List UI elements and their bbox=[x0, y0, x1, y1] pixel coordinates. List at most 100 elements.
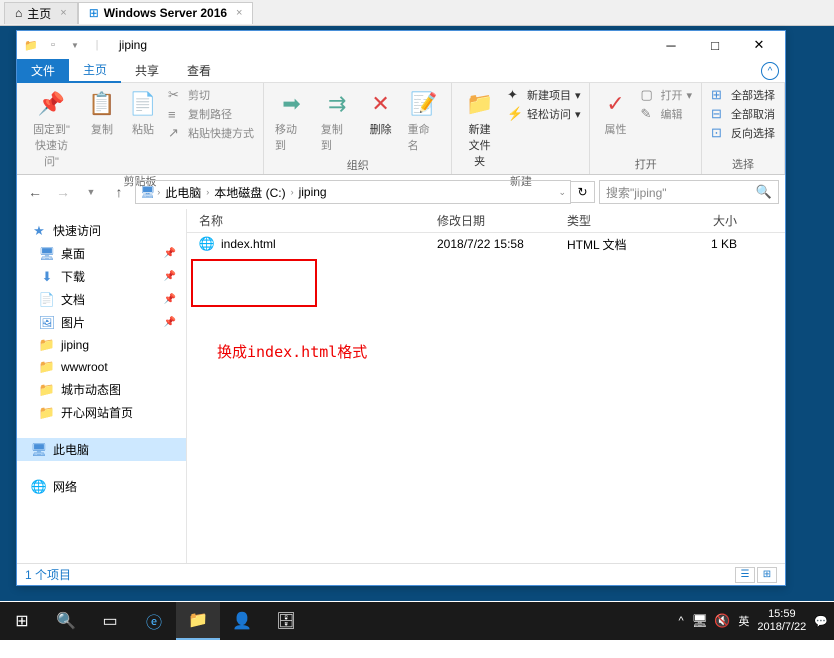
back-button[interactable]: ← bbox=[23, 180, 47, 204]
titlebar: 📁 ▫ ▼ | jiping ─ □ ✕ bbox=[17, 31, 785, 59]
sidebar-desktop[interactable]: 🖥 桌面 📌 bbox=[17, 242, 186, 265]
ribbon-tabs: 文件 主页 共享 查看 ^ bbox=[17, 59, 785, 83]
explorer-button[interactable]: 📁 bbox=[176, 602, 220, 640]
chevron-icon: › bbox=[157, 187, 160, 197]
tray-icon[interactable]: 🖥 bbox=[692, 613, 709, 629]
sidebar-this-pc[interactable]: 🖥 此电脑 bbox=[17, 438, 186, 461]
ie-button[interactable]: ⓔ bbox=[132, 602, 176, 640]
search-input[interactable]: 搜索"jiping" 🔍 bbox=[599, 180, 779, 204]
cut-icon: ✂ bbox=[168, 87, 184, 103]
breadcrumb-drive[interactable]: 本地磁盘 (C:) bbox=[211, 184, 288, 201]
easy-access-button[interactable]: ⚡轻松访问 ▾ bbox=[504, 105, 584, 123]
ribbon-tab-view[interactable]: 查看 bbox=[173, 59, 225, 83]
pin-to-quick-access-button[interactable]: 📌 固定到"快速访问" bbox=[23, 86, 80, 171]
breadcrumb-pc[interactable]: 此电脑 bbox=[162, 184, 204, 201]
col-type[interactable]: 类型 bbox=[567, 212, 677, 229]
select-all-button[interactable]: ⊞全部选择 bbox=[708, 86, 778, 104]
paste-icon: 📄 bbox=[129, 88, 156, 120]
sidebar-quick-access[interactable]: ★ 快速访问 bbox=[17, 219, 186, 242]
rename-button[interactable]: 📝 重命名 bbox=[403, 86, 446, 155]
selectnone-icon: ⊟ bbox=[711, 106, 727, 122]
ribbon-tab-share[interactable]: 共享 bbox=[121, 59, 173, 83]
maximize-button[interactable]: □ bbox=[693, 31, 737, 59]
up-button[interactable]: ↑ bbox=[107, 180, 131, 204]
sidebar-pictures[interactable]: 🖼 图片 📌 bbox=[17, 311, 186, 334]
sidebar-jiping[interactable]: 📁 jiping bbox=[17, 334, 186, 356]
col-date[interactable]: 修改日期 bbox=[437, 212, 567, 229]
refresh-button[interactable]: ↻ bbox=[571, 181, 595, 203]
breadcrumb-folder[interactable]: jiping bbox=[296, 185, 330, 199]
browser-tab-home[interactable]: ⌂ 主页 × bbox=[4, 2, 78, 24]
cut-button[interactable]: ✂剪切 bbox=[165, 86, 257, 104]
invert-selection-button[interactable]: ⊡反向选择 bbox=[708, 124, 778, 142]
sidebar-documents[interactable]: 📄 文档 📌 bbox=[17, 288, 186, 311]
volume-icon[interactable]: 🔇 bbox=[714, 613, 730, 629]
qat-icon[interactable]: ▫ bbox=[43, 35, 63, 55]
edit-button[interactable]: ✎编辑 bbox=[637, 105, 695, 123]
recent-button[interactable]: ▼ bbox=[79, 180, 103, 204]
app-button[interactable]: 👤 bbox=[220, 602, 264, 640]
forward-button[interactable]: → bbox=[51, 180, 75, 204]
tray-expand-icon[interactable]: ^ bbox=[678, 615, 683, 627]
sidebar-network[interactable]: 🌐 网络 bbox=[17, 475, 186, 498]
label: 复制 bbox=[91, 121, 113, 137]
copy-to-button[interactable]: ⇉ 复制到 bbox=[316, 86, 359, 155]
sidebar-downloads[interactable]: ⬇ 下载 📌 bbox=[17, 265, 186, 288]
details-view-button[interactable]: ☰ bbox=[735, 567, 755, 583]
sidebar-wwwroot[interactable]: 📁 wwwroot bbox=[17, 356, 186, 378]
folder-icon: 📁 bbox=[39, 405, 55, 421]
sidebar-happy[interactable]: 📁 开心网站首页 bbox=[17, 401, 186, 424]
new-folder-button[interactable]: 📁 新建文件夹 bbox=[458, 86, 501, 171]
windows-icon: ⊞ bbox=[89, 6, 99, 20]
properties-icon: ✓ bbox=[606, 88, 624, 120]
close-button[interactable]: ✕ bbox=[737, 31, 781, 59]
close-icon[interactable]: × bbox=[60, 7, 66, 19]
file-date: 2018/7/22 15:58 bbox=[437, 237, 567, 251]
paste-button[interactable]: 📄 粘贴 bbox=[124, 86, 162, 139]
tab-label: 主页 bbox=[27, 5, 51, 22]
download-icon: ⬇ bbox=[39, 269, 55, 285]
ribbon-tab-home[interactable]: 主页 bbox=[69, 59, 121, 83]
icons-view-button[interactable]: ⊞ bbox=[757, 567, 777, 583]
ime-indicator[interactable]: 英 bbox=[738, 613, 749, 629]
pictures-icon: 🖼 bbox=[39, 315, 55, 331]
task-view-button[interactable]: ▭ bbox=[88, 602, 132, 640]
minimize-button[interactable]: ─ bbox=[649, 31, 693, 59]
move-to-button[interactable]: ➡ 移动到 bbox=[270, 86, 313, 155]
close-icon[interactable]: × bbox=[236, 7, 242, 19]
paste-shortcut-button[interactable]: ↗粘贴快捷方式 bbox=[165, 124, 257, 142]
ribbon-tab-file[interactable]: 文件 bbox=[17, 59, 69, 83]
search-button[interactable]: 🔍 bbox=[44, 602, 88, 640]
dropdown-icon[interactable]: ⌄ bbox=[558, 187, 566, 198]
browser-tab-server[interactable]: ⊞ Windows Server 2016 × bbox=[78, 2, 254, 24]
invert-icon: ⊡ bbox=[711, 125, 727, 141]
pin-icon: 📌 bbox=[164, 317, 176, 328]
delete-button[interactable]: ✕ 删除 bbox=[362, 86, 400, 139]
network-icon: 🌐 bbox=[31, 479, 47, 495]
search-icon[interactable]: 🔍 bbox=[756, 184, 772, 200]
copy-path-button[interactable]: ≡复制路径 bbox=[165, 105, 257, 123]
select-none-button[interactable]: ⊟全部取消 bbox=[708, 105, 778, 123]
new-item-button[interactable]: ✦新建项目 ▾ bbox=[504, 86, 584, 104]
tab-label: Windows Server 2016 bbox=[104, 6, 227, 20]
col-size[interactable]: 大小 bbox=[677, 212, 747, 229]
edit-icon: ✎ bbox=[640, 106, 656, 122]
notification-icon[interactable]: 💬 bbox=[814, 615, 828, 628]
group-label: 选择 bbox=[708, 154, 778, 174]
server-button[interactable]: 🗄 bbox=[264, 602, 308, 640]
breadcrumb[interactable]: 🖥 › 此电脑 › 本地磁盘 (C:) › jiping ⌄ bbox=[135, 180, 571, 204]
clock[interactable]: 15:59 2018/7/22 bbox=[757, 608, 806, 634]
col-name[interactable]: 名称 bbox=[187, 212, 437, 229]
copy-button[interactable]: 📋 复制 bbox=[83, 86, 121, 139]
file-row[interactable]: 🌐 index.html 2018/7/22 15:58 HTML 文档 1 K… bbox=[187, 233, 785, 255]
chevron-icon: › bbox=[206, 187, 209, 197]
window-title: jiping bbox=[119, 38, 147, 52]
properties-button[interactable]: ✓ 属性 bbox=[596, 86, 634, 139]
start-button[interactable]: ⊞ bbox=[0, 602, 44, 640]
open-button[interactable]: ▢打开 ▾ bbox=[637, 86, 695, 104]
ribbon-collapse-button[interactable]: ^ bbox=[761, 62, 779, 80]
folder-icon: 📁 bbox=[39, 359, 55, 375]
sidebar-city[interactable]: 📁 城市动态图 bbox=[17, 378, 186, 401]
group-label: 组织 bbox=[270, 155, 445, 175]
qat-dropdown-icon[interactable]: ▼ bbox=[65, 35, 85, 55]
